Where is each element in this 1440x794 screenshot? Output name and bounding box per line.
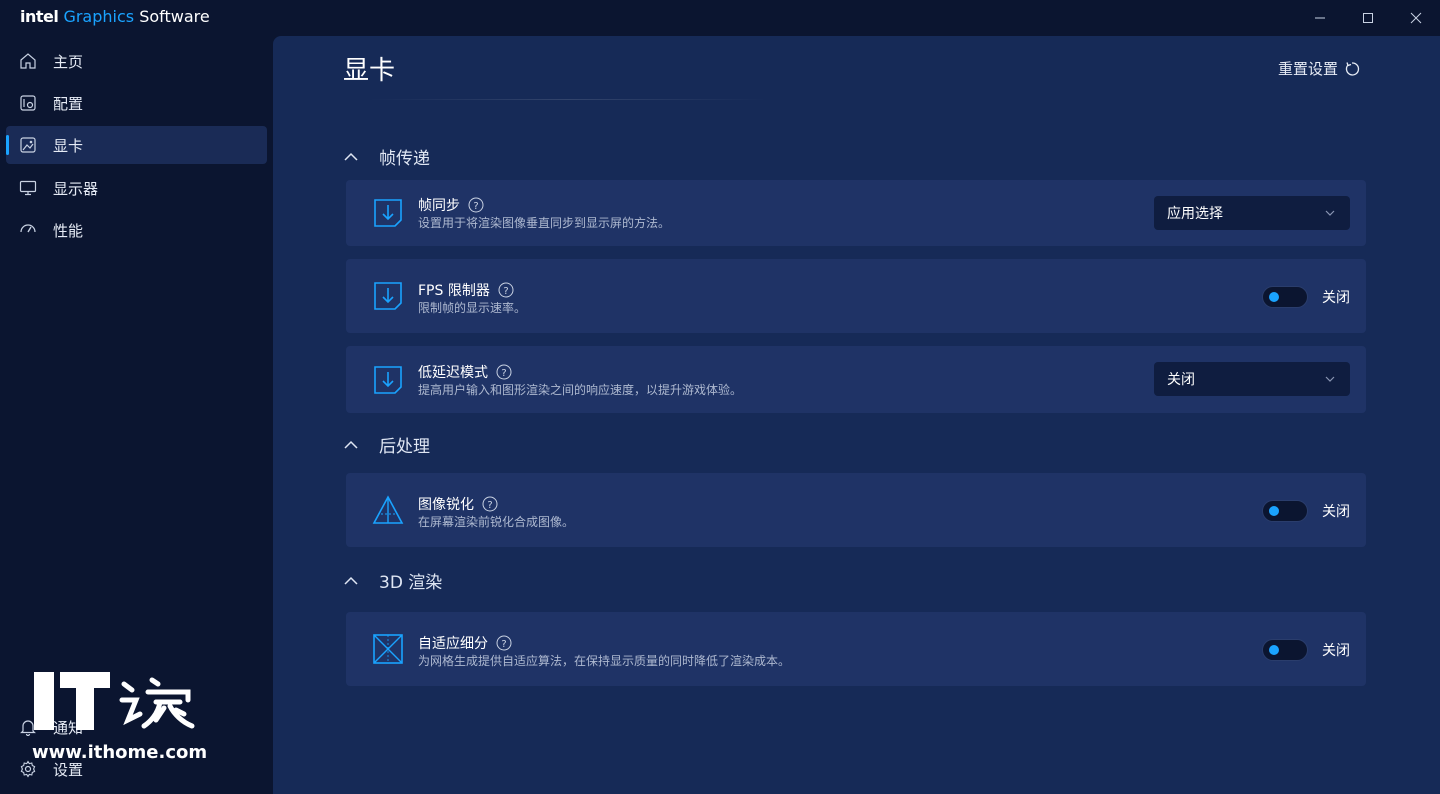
setting-description: 限制帧的显示速率。 [418,301,527,315]
frame-sync-icon [372,364,404,396]
toggle-state: 关闭 [1322,643,1350,659]
toggle-state: 关闭 [1322,290,1350,306]
page-title: 显卡 [343,56,396,86]
setting-description: 提高用户输入和图形渲染之间的响应速度，以提升游戏体验。 [418,383,743,397]
toggle-switch[interactable] [1262,500,1308,522]
title-divider [368,99,768,100]
setting-title: 自适应细分 ? [418,633,512,653]
close-button[interactable] [1392,0,1440,36]
window-controls [1296,0,1440,36]
sidebar-item-display[interactable]: 显示器 [6,169,267,207]
ithome-logo [34,672,195,730]
fps-limiter-toggle[interactable]: 关闭 [1262,286,1350,308]
setting-title: 低延迟模式 ? [418,362,512,382]
minimize-icon [1315,17,1325,19]
sidebar-item-performance[interactable]: 性能 [6,211,267,249]
setting-description: 为网格生成提供自适应算法，在保持显示质量的同时降低了渲染成本。 [418,654,791,668]
reset-label: 重置设置 [1277,60,1338,78]
section-title: 后处理 [379,437,430,457]
toggle-knob [1269,645,1279,655]
app-title: intel Graphics Software [20,7,210,26]
section-title: 3D 渲染 [379,573,443,593]
adaptive-tessellation-toggle[interactable]: 关闭 [1262,639,1350,661]
reset-settings-button[interactable]: 重置设置 [1278,58,1360,79]
help-icon[interactable]: ? [482,496,498,512]
maximize-button[interactable] [1344,0,1392,36]
toggle-switch[interactable] [1262,286,1308,308]
svg-text:?: ? [501,368,506,379]
setting-description: 在屏幕渲染前锐化合成图像。 [418,515,575,529]
setting-card-fps-limiter: FPS 限制器 ? 限制帧的显示速率。 关闭 [346,259,1366,333]
sidebar-item-label: 主页 [53,52,84,71]
setting-card-low-latency: 低延迟模式 ? 提高用户输入和图形渲染之间的响应速度，以提升游戏体验。 关闭 [346,346,1366,413]
watermark-url: www.ithome.com [32,742,208,763]
main-content: 显卡 重置设置 帧传递 帧同步 ? 设置用于将渲染图像垂直同步到显示屏的方法。 … [273,36,1440,794]
title-bar: intel Graphics Software [0,0,1440,36]
vsync-dropdown[interactable]: 应用选择 [1154,196,1350,230]
sidebar-item-graphics[interactable]: 显卡 [6,126,267,164]
sharpening-toggle[interactable]: 关闭 [1262,500,1350,522]
frame-sync-icon [372,280,404,312]
frame-sync-icon [372,197,404,229]
setting-title: FPS 限制器 ? [418,280,514,300]
ithome-watermark: www.ithome.com [32,670,207,770]
sidebar-item-label: 显示器 [53,179,99,198]
setting-card-sharpening: 图像锐化 ? 在屏幕渲染前锐化合成图像。 关闭 [346,473,1366,547]
chevron-up-icon [344,576,358,585]
setting-card-adaptive-tessellation: 自适应细分 ? 为网格生成提供自适应算法，在保持显示质量的同时降低了渲染成本。 … [346,612,1366,686]
toggle-switch[interactable] [1262,639,1308,661]
setting-title: 图像锐化 ? [418,494,498,514]
help-icon[interactable]: ? [498,282,514,298]
reset-icon [1345,61,1360,76]
setting-description: 设置用于将渲染图像垂直同步到显示屏的方法。 [418,216,671,230]
graphics-icon [18,135,38,155]
svg-text:?: ? [473,201,478,212]
section-3d-rendering[interactable]: 3D 渲染 [343,568,442,593]
svg-text:?: ? [487,500,492,511]
performance-icon [18,220,38,240]
sidebar-item-home[interactable]: 主页 [6,42,267,80]
help-icon[interactable]: ? [496,364,512,380]
close-icon [1410,12,1422,24]
monitor-icon [18,178,38,198]
minimize-button[interactable] [1296,0,1344,36]
sharpen-icon [372,494,404,526]
toggle-knob [1269,506,1279,516]
svg-text:?: ? [503,286,508,297]
sidebar-item-profile[interactable]: 配置 [6,84,267,122]
low-latency-dropdown[interactable]: 关闭 [1154,362,1350,396]
chevron-up-icon [344,152,358,161]
profile-icon [18,93,38,113]
sidebar-item-label: 配置 [53,94,84,113]
maximize-icon [1363,13,1373,23]
section-title: 帧传递 [379,149,430,169]
section-frame-delivery[interactable]: 帧传递 [343,144,430,169]
help-icon[interactable]: ? [496,635,512,651]
sidebar-item-label: 显卡 [53,136,84,155]
svg-text:?: ? [501,639,506,650]
home-icon [18,51,38,71]
chevron-down-icon [1325,210,1335,216]
chevron-up-icon [344,440,358,449]
help-icon[interactable]: ? [468,197,484,213]
toggle-knob [1269,292,1279,302]
toggle-state: 关闭 [1322,504,1350,520]
chevron-down-icon [1325,376,1335,382]
setting-title: 帧同步 ? [418,195,484,215]
section-post-processing[interactable]: 后处理 [343,432,430,457]
tessellation-icon [372,633,404,665]
setting-card-vsync: 帧同步 ? 设置用于将渲染图像垂直同步到显示屏的方法。 应用选择 [346,180,1366,246]
sidebar-item-label: 性能 [53,221,84,240]
